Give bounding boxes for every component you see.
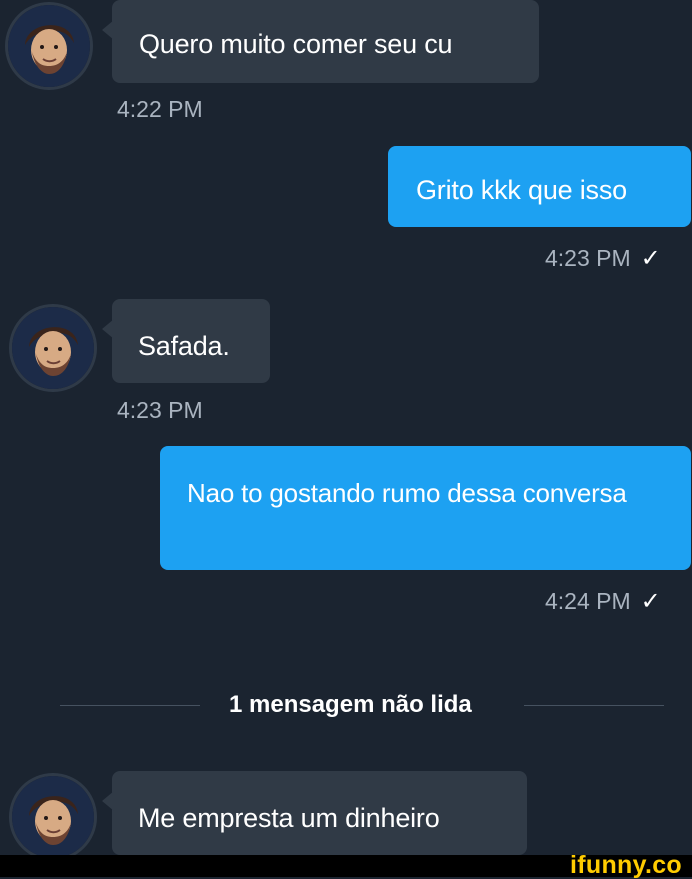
message-text: Me empresta um dinheiro (138, 803, 440, 833)
unread-message-divider: 1 mensagem não lida (229, 691, 472, 718)
contact-avatar[interactable] (12, 307, 94, 389)
incoming-message-bubble[interactable]: Me empresta um dinheiro (102, 771, 527, 855)
incoming-message-bubble[interactable]: Safada. (102, 299, 270, 383)
message-timestamp: 4:24 PM (545, 588, 631, 614)
incoming-message-bubble[interactable]: Quero muito comer seu cu (102, 0, 539, 83)
contact-avatar[interactable] (12, 776, 94, 855)
unread-divider-right-line (524, 705, 664, 706)
outgoing-message-bubble[interactable]: Nao to gostando rumo dessa conversa (160, 446, 691, 570)
message-text: Nao to gostando rumo dessa conversa (187, 478, 627, 508)
avatar-face-icon (12, 307, 94, 389)
message-timestamp: 4:23 PM (117, 397, 203, 423)
avatar-face-icon (8, 5, 90, 87)
ifunny-watermark: ifunny.co (570, 851, 682, 879)
message-text: Safada. (138, 331, 230, 361)
image-footer-bar: ifunny.co (0, 851, 692, 879)
unread-divider-left-line (60, 705, 200, 706)
message-timestamp-row: 4:24 PM ✓ (545, 587, 661, 616)
message-timestamp: 4:22 PM (117, 96, 203, 122)
message-text: Quero muito comer seu cu (139, 29, 453, 59)
sent-check-icon: ✓ (640, 245, 661, 272)
chat-thread: Quero muito comer seu cu 4:22 PM Grito k… (0, 0, 692, 855)
sent-check-icon: ✓ (640, 588, 661, 615)
avatar-face-icon (12, 776, 94, 855)
message-timestamp-row: 4:23 PM ✓ (545, 244, 661, 273)
outgoing-message-bubble[interactable]: Grito kkk que isso (388, 146, 691, 227)
message-text: Grito kkk que isso (416, 175, 627, 205)
message-timestamp: 4:23 PM (545, 245, 631, 271)
contact-avatar[interactable] (8, 5, 90, 87)
